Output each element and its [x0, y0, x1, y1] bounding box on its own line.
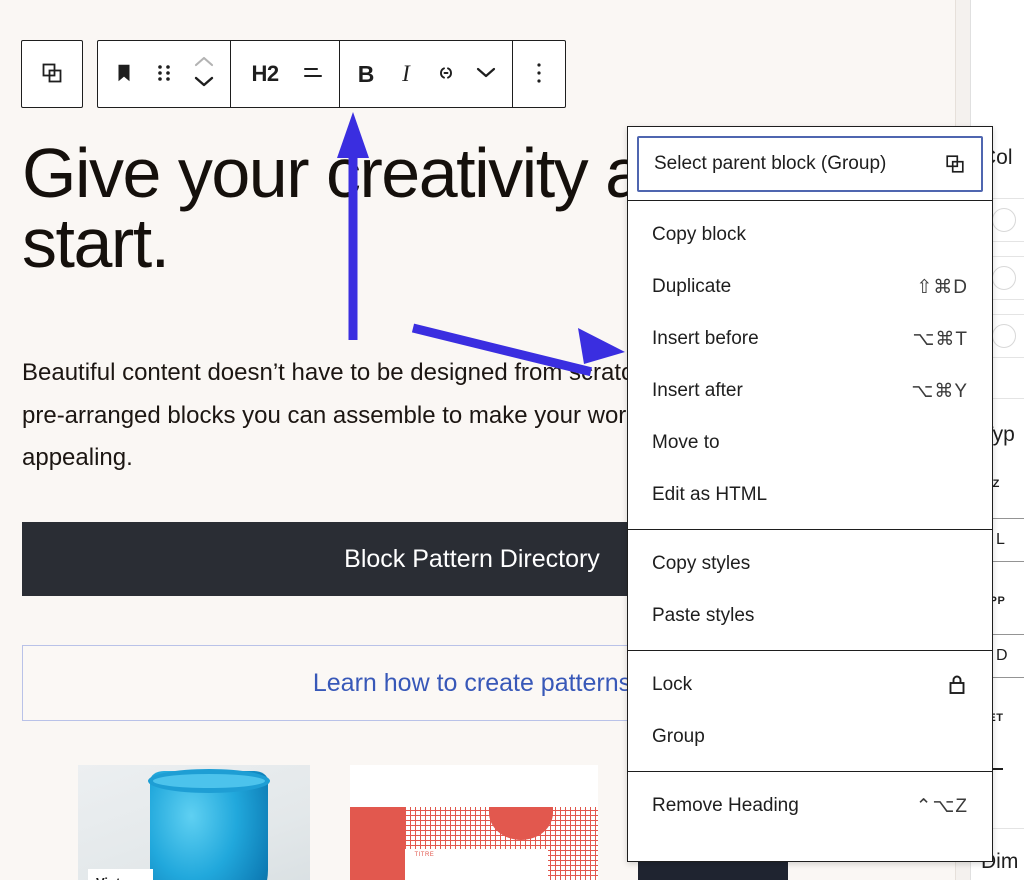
block-options-group [513, 41, 565, 107]
menu-section-parent: Select parent block (Group) [628, 127, 992, 201]
italic-icon: I [402, 61, 410, 87]
menu-item-shortcut: ⇧⌘D [916, 276, 968, 299]
menu-item-label: Select parent block (Group) [654, 153, 886, 175]
vintage-vases-thumbnail[interactable]: Vintage Vases [78, 765, 310, 880]
menu-item-move-to[interactable]: Move to [628, 417, 992, 469]
block-mover-stepper[interactable] [184, 41, 224, 107]
menu-item-label: Paste styles [652, 605, 754, 627]
heading-level-button[interactable]: H2 [237, 41, 293, 107]
menu-item-label: Remove Heading [652, 795, 799, 817]
color-swatch-icon [992, 266, 1016, 290]
chevron-down-icon [475, 66, 497, 82]
block-type-button[interactable] [104, 41, 144, 107]
primary-cta-label: Block Pattern Directory [344, 545, 600, 574]
link-button[interactable] [426, 41, 466, 107]
vase-rim-icon [148, 769, 270, 793]
menu-section-styles: Copy styles Paste styles [628, 530, 992, 651]
menu-item-label: Duplicate [652, 276, 731, 298]
select-parent-block-icon [944, 153, 966, 175]
more-rich-text-button[interactable] [466, 41, 506, 107]
bold-icon: B [358, 61, 375, 88]
block-mover-group [98, 41, 231, 107]
color-swatch-icon [992, 324, 1016, 348]
menu-section-lock-group: Lock Group [628, 651, 992, 772]
menu-item-lock[interactable]: Lock [628, 659, 992, 711]
heading-block-icon [113, 62, 135, 87]
art-beaute-thumbnail[interactable]: TITRE Art & Beauté [350, 765, 598, 880]
menu-item-remove-heading[interactable]: Remove Heading ⌃⌥Z [628, 780, 992, 832]
link-icon [434, 62, 458, 87]
editor-screen: Give your creativity a head start. Beaut… [0, 0, 1024, 880]
select-parent-toolbar[interactable] [21, 40, 83, 108]
menu-item-shortcut: ⌥⌘Y [911, 380, 968, 403]
block-controls-toolbar[interactable]: H2 B I [97, 40, 566, 108]
art-beaute-subcaption: TITRE [414, 852, 434, 858]
menu-item-label: Group [652, 726, 705, 748]
menu-section-block-actions: Copy block Duplicate ⇧⌘D Insert before ⌥… [628, 201, 992, 530]
align-text-left-icon [301, 62, 325, 87]
chevron-up-icon[interactable] [193, 55, 215, 73]
secondary-cta-label: Learn how to create patterns [313, 669, 631, 698]
appearance-value: D [996, 647, 1008, 665]
menu-item-label: Insert before [652, 328, 759, 350]
italic-button[interactable]: I [386, 41, 426, 107]
font-size-value: L [996, 531, 1005, 549]
menu-section-remove: Remove Heading ⌃⌥Z [628, 772, 992, 840]
menu-item-select-parent-block[interactable]: Select parent block (Group) [637, 136, 983, 192]
menu-item-label: Copy block [652, 224, 746, 246]
menu-item-edit-as-html[interactable]: Edit as HTML [628, 469, 992, 521]
bold-button[interactable]: B [346, 41, 386, 107]
heading-format-group: H2 [231, 41, 340, 107]
menu-item-group[interactable]: Group [628, 711, 992, 763]
chevron-down-icon[interactable] [193, 75, 215, 93]
menu-item-label: Move to [652, 432, 720, 454]
select-parent-block-icon [40, 61, 64, 88]
align-text-button[interactable] [293, 41, 333, 107]
lock-icon [946, 673, 968, 697]
menu-item-label: Edit as HTML [652, 484, 767, 506]
block-options-context-menu[interactable]: Select parent block (Group) Copy block D… [627, 126, 993, 862]
menu-item-shortcut: ⌃⌥Z [916, 795, 968, 818]
color-swatch-icon [992, 208, 1016, 232]
drag-handle-button[interactable] [144, 41, 184, 107]
select-parent-block-button[interactable] [28, 41, 76, 107]
art-shape-left [350, 807, 405, 880]
menu-item-copy-block[interactable]: Copy block [628, 209, 992, 261]
select-parent-group [22, 41, 82, 107]
rich-text-group: B I [340, 41, 513, 107]
menu-item-label: Copy styles [652, 553, 750, 575]
more-vertical-icon [536, 61, 542, 88]
menu-item-duplicate[interactable]: Duplicate ⇧⌘D [628, 261, 992, 313]
vintage-vases-caption: Vintage Vases [88, 869, 153, 880]
menu-item-label: Lock [652, 674, 692, 696]
block-toolbar[interactable]: H2 B I [21, 40, 566, 108]
block-options-button[interactable] [519, 41, 559, 107]
menu-item-label: Insert after [652, 380, 743, 402]
menu-item-copy-styles[interactable]: Copy styles [628, 538, 992, 590]
drag-handle-icon [155, 63, 173, 86]
menu-item-insert-before[interactable]: Insert before ⌥⌘T [628, 313, 992, 365]
menu-item-paste-styles[interactable]: Paste styles [628, 590, 992, 642]
menu-item-insert-after[interactable]: Insert after ⌥⌘Y [628, 365, 992, 417]
menu-item-shortcut: ⌥⌘T [912, 328, 968, 351]
